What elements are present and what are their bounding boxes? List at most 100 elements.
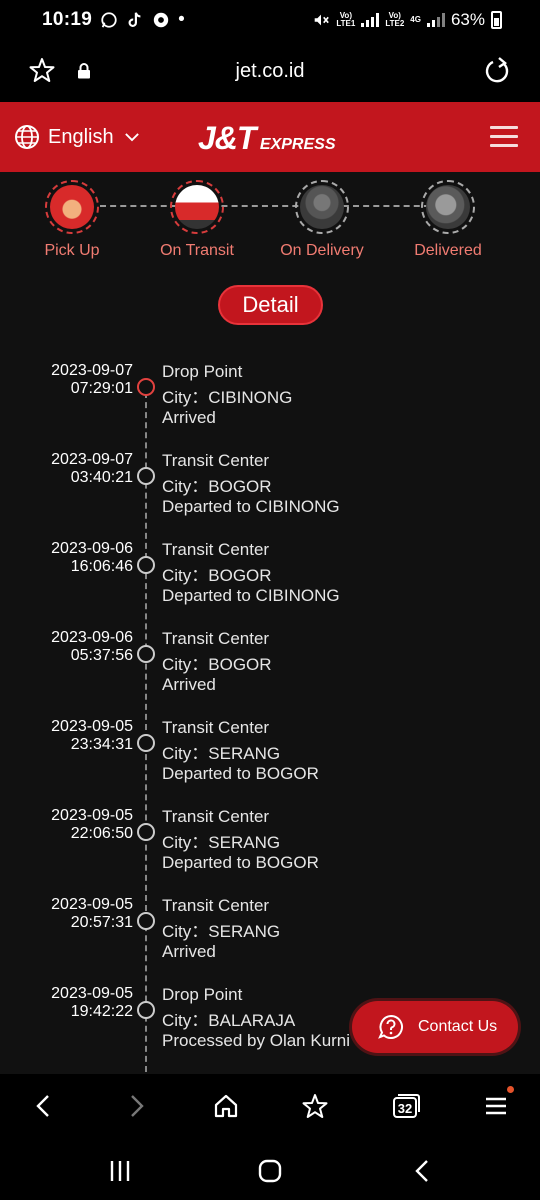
- step-on-delivery: On Delivery: [262, 180, 382, 260]
- event-status: Arrived: [162, 675, 216, 694]
- truck-icon: [175, 185, 219, 229]
- timeline-event: 2023-09-07 03:40:21 Transit Center City：B…: [0, 451, 540, 540]
- timeline-event: 2023-09-06 16:06:46 Transit Center City：B…: [0, 540, 540, 629]
- event-status: Departed to BOGOR: [162, 764, 319, 783]
- delivery-progress: Pick Up On Transit On Delivery Delivered: [0, 180, 540, 280]
- chrome-icon: [153, 12, 169, 28]
- signal-1-icon: [361, 13, 380, 27]
- event-location: Transit Center: [162, 718, 270, 737]
- event-location: Transit Center: [162, 451, 270, 470]
- event-status: Departed to CIBINONG: [162, 586, 340, 605]
- mute-icon: [315, 14, 330, 26]
- event-date: 2023-09-05: [51, 807, 133, 824]
- event-location: Drop Point: [162, 362, 243, 381]
- event-location: Transit Center: [162, 629, 270, 648]
- event-time: 22:06:50: [70, 825, 133, 842]
- pickup-icon: [50, 185, 94, 229]
- timeline-dot: [137, 645, 155, 663]
- detail-button[interactable]: Detail: [218, 285, 323, 325]
- back-nav-icon[interactable]: [410, 1158, 436, 1184]
- battery-icon: [491, 11, 502, 29]
- browser-bottom-nav: 32: [0, 1074, 540, 1138]
- timeline-dot: [137, 1001, 155, 1019]
- tracking-content: Pick Up On Transit On Delivery Delivered…: [0, 172, 540, 1074]
- timeline-event: 2023-09-05 23:34:31 Transit Center City：S…: [0, 718, 540, 807]
- recents-icon[interactable]: [107, 1158, 133, 1184]
- event-date: 2023-09-06: [51, 629, 133, 646]
- event-time: 07:29:01: [70, 380, 133, 397]
- event-time: 05:37:56: [70, 647, 133, 664]
- event-date: 2023-09-07: [51, 362, 133, 379]
- step-on-transit: On Transit: [137, 180, 257, 260]
- language-label: English: [48, 125, 114, 148]
- timeline-event: 2023-09-05 22:06:50 Transit Center City：S…: [0, 807, 540, 896]
- event-status: Arrived: [162, 942, 216, 961]
- globe-icon: [15, 125, 39, 149]
- step-delivered: Delivered: [388, 180, 508, 260]
- event-location: Transit Center: [162, 896, 270, 915]
- event-date: 2023-09-07: [51, 451, 133, 468]
- event-time: 03:40:21: [70, 469, 133, 486]
- help-question-icon: [378, 1014, 403, 1039]
- event-status: Departed to CIBINONG: [162, 497, 340, 516]
- event-status: Processed by Olan Kurni: [162, 1031, 351, 1050]
- tiktok-icon: [128, 12, 141, 27]
- event-date: 2023-09-05: [51, 985, 133, 1002]
- timeline-event: 2023-09-07 07:29:01 Drop Point City：CIBIN…: [0, 362, 540, 451]
- chevron-down-icon: [124, 133, 139, 142]
- bookmarks-star-icon[interactable]: [301, 1092, 329, 1120]
- event-date: 2023-09-06: [51, 540, 133, 557]
- event-status: Departed to BOGOR: [162, 853, 319, 872]
- clock: 10:19: [42, 9, 93, 30]
- contact-us-button[interactable]: Contact Us: [352, 1001, 518, 1053]
- event-date: 2023-09-05: [51, 896, 133, 913]
- notification-dot: •: [178, 9, 185, 30]
- event-time: 23:34:31: [70, 736, 133, 753]
- menu-notification-badge: [507, 1086, 514, 1093]
- package-icon: [426, 185, 470, 229]
- event-city: City：BOGOR: [162, 566, 272, 585]
- lte1-indicator: Vo) LTE1: [336, 11, 356, 28]
- event-location: Drop Point: [162, 985, 243, 1004]
- lte2-indicator: Vo) LTE2: [385, 11, 405, 28]
- tabs-button[interactable]: 32: [391, 1092, 421, 1120]
- timeline-dot: [137, 912, 155, 930]
- 4g-indicator: 4G: [410, 15, 421, 24]
- scooter-icon: [300, 185, 344, 229]
- home-icon[interactable]: [212, 1092, 240, 1120]
- timeline-dot: [137, 467, 155, 485]
- event-city: City：BOGOR: [162, 655, 272, 674]
- event-city: City：BOGOR: [162, 477, 272, 496]
- step-pick-up: Pick Up: [12, 180, 132, 260]
- timeline-event: 2023-09-05 20:57:31 Transit Center City：S…: [0, 896, 540, 985]
- event-location: Transit Center: [162, 807, 270, 826]
- event-city: City：CIBINONG: [162, 388, 293, 407]
- whatsapp-icon: [101, 12, 117, 28]
- home-nav-icon[interactable]: [257, 1158, 283, 1184]
- forward-arrow-icon[interactable]: [122, 1092, 150, 1120]
- back-arrow-icon[interactable]: [30, 1092, 58, 1120]
- event-time: 16:06:46: [70, 558, 133, 575]
- url-text[interactable]: jet.co.id: [0, 60, 540, 83]
- jt-express-logo[interactable]: J&T EXPRESS: [198, 120, 348, 156]
- signal-2-icon: [426, 13, 445, 27]
- event-status: Arrived: [162, 408, 216, 427]
- timeline-dot-active: [137, 378, 155, 396]
- browser-menu-button[interactable]: [482, 1092, 510, 1120]
- hamburger-icon: [486, 1097, 506, 1115]
- event-time: 19:42:22: [70, 1003, 133, 1020]
- system-nav-bar: [0, 1138, 540, 1200]
- tabs-count: 32: [397, 1101, 413, 1116]
- event-city: City：SERANG: [162, 833, 281, 852]
- event-time: 20:57:31: [70, 914, 133, 931]
- event-location: Transit Center: [162, 540, 270, 559]
- reload-icon[interactable]: [482, 56, 512, 86]
- status-bar: 10:19 • Vo) LTE1 Vo) LTE2 4G 63%: [0, 0, 540, 40]
- browser-url-bar: jet.co.id: [0, 40, 540, 102]
- language-selector[interactable]: English: [14, 124, 142, 150]
- site-header: English J&T EXPRESS: [0, 102, 540, 172]
- event-date: 2023-09-05: [51, 718, 133, 735]
- timeline-event: 2023-09-06 05:37:56 Transit Center City：B…: [0, 629, 540, 718]
- event-city: City：BALARAJA: [162, 1011, 296, 1030]
- hamburger-menu-button[interactable]: [490, 126, 518, 148]
